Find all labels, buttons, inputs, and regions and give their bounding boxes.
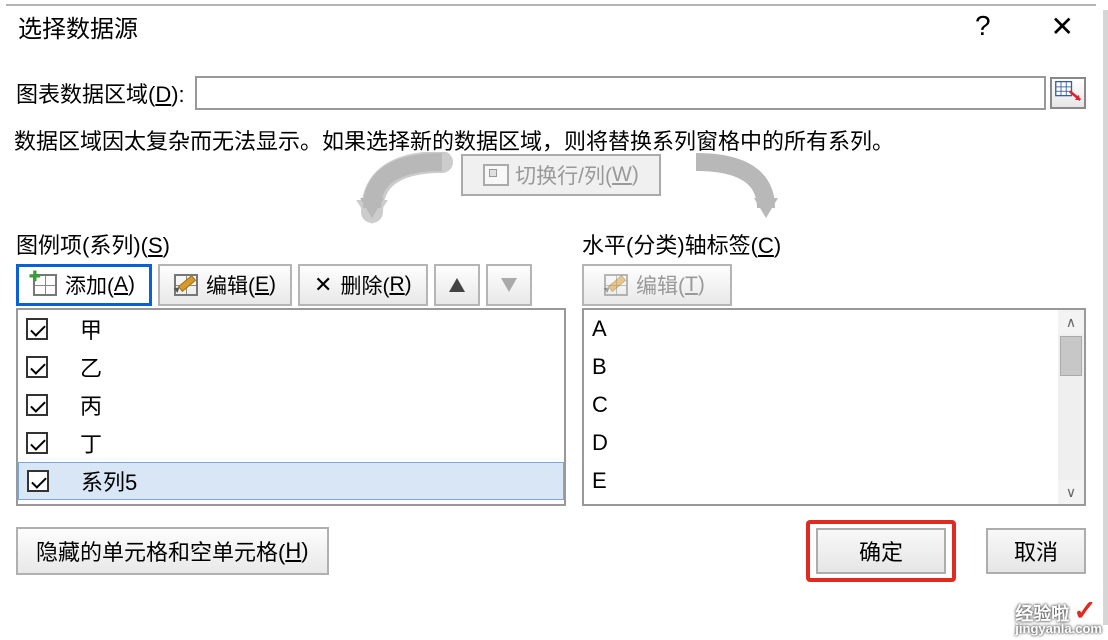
legend-item-selected[interactable]: 系列5 — [18, 462, 564, 500]
scroll-down-icon[interactable]: ∨ — [1058, 480, 1084, 504]
axis-item-label: C — [592, 392, 608, 418]
triangle-up-icon — [449, 278, 465, 292]
hidden-cells-button[interactable]: 隐藏的单元格和空单元格(H) — [16, 527, 329, 575]
swap-row: 切换行/列(W) — [6, 158, 1096, 228]
legend-item[interactable]: 乙 — [18, 348, 564, 386]
axis-item[interactable]: C — [584, 386, 1058, 424]
background-edge — [1103, 10, 1108, 625]
arrow-right-icon — [676, 152, 796, 232]
chart-range-row: 图表数据区域(D): — [6, 46, 1096, 116]
axis-scrollbar[interactable]: ∧ ∨ — [1058, 310, 1084, 504]
legend-item[interactable]: 甲 — [18, 310, 564, 348]
legend-item-label: 甲 — [80, 313, 102, 345]
scroll-up-icon[interactable]: ∧ — [1058, 310, 1084, 334]
axis-item-label: B — [592, 354, 607, 380]
move-up-button[interactable] — [434, 264, 480, 306]
delete-series-button[interactable]: ✕ 删除(R) — [298, 264, 428, 306]
dialog-title: 选择数据源 — [18, 9, 138, 44]
legend-item-label: 乙 — [80, 351, 102, 383]
axis-section-title: 水平(分类)轴标签(C) — [582, 233, 781, 258]
swap-icon — [483, 164, 509, 186]
close-button[interactable]: ✕ — [1041, 10, 1084, 43]
axis-item-label: D — [592, 430, 608, 456]
lists-row: 甲 乙 丙 丁 系列5 — [6, 306, 1096, 506]
move-down-button — [486, 264, 532, 306]
checkbox-icon[interactable] — [27, 470, 49, 492]
range-picker-button[interactable] — [1050, 77, 1086, 109]
axis-item[interactable]: E — [584, 462, 1058, 500]
ok-button[interactable]: 确定 — [816, 528, 946, 574]
scroll-thumb[interactable] — [1060, 336, 1082, 376]
help-button[interactable]: ? — [975, 10, 991, 42]
toolbar-row: ✚ 添加(A) 编辑(E) ✕ 删除(R) 编辑(T) — [6, 260, 1096, 306]
axis-item-label: E — [592, 468, 607, 494]
chart-range-label: 图表数据区域(D): — [16, 77, 185, 109]
grid-add-icon: ✚ — [33, 274, 57, 296]
checkbox-icon[interactable] — [26, 394, 48, 416]
checkbox-icon[interactable] — [26, 432, 48, 454]
titlebar: 选择数据源 ? ✕ — [6, 6, 1096, 46]
checkbox-icon[interactable] — [26, 318, 48, 340]
watermark: 经验啦✓ jingyanla.com — [1015, 594, 1102, 636]
legend-listbox[interactable]: 甲 乙 丙 丁 系列5 — [16, 308, 566, 506]
axis-item[interactable]: D — [584, 424, 1058, 462]
x-icon: ✕ — [314, 272, 332, 298]
edit-axis-button: 编辑(T) — [582, 264, 732, 306]
range-warning-text: 数据区域因太复杂而无法显示。如果选择新的数据区域，则将替换系列窗格中的所有系列。 — [6, 116, 1096, 158]
dialog-footer: 隐藏的单元格和空单元格(H) 确定 取消 — [6, 506, 1096, 582]
triangle-down-icon — [501, 278, 517, 292]
axis-item[interactable]: B — [584, 348, 1058, 386]
section-labels: 图例项(系列)(S) 水平(分类)轴标签(C) — [6, 228, 1096, 260]
cancel-button[interactable]: 取消 — [986, 528, 1086, 574]
pencil-axis-icon — [606, 274, 628, 296]
axis-item[interactable]: A — [584, 310, 1058, 348]
add-series-button[interactable]: ✚ 添加(A) — [16, 264, 152, 306]
legend-item-label: 丁 — [80, 427, 102, 459]
legend-toolbar: ✚ 添加(A) 编辑(E) ✕ 删除(R) — [16, 264, 566, 306]
select-data-source-dialog: 选择数据源 ? ✕ 图表数据区域(D): 数据区域因太复杂而无法显示。如果选择新… — [6, 4, 1096, 628]
axis-item-label: A — [592, 316, 607, 342]
chart-range-input[interactable] — [195, 76, 1046, 110]
checkbox-icon[interactable] — [26, 356, 48, 378]
swap-row-column-button: 切换行/列(W) — [461, 154, 661, 196]
arrow-left-icon — [342, 152, 462, 232]
legend-item-label: 系列5 — [81, 465, 137, 497]
axis-listbox[interactable]: A B C D E ∧ ∨ — [582, 308, 1086, 506]
legend-item-label: 丙 — [80, 389, 102, 421]
edit-series-button[interactable]: 编辑(E) — [158, 264, 292, 306]
axis-toolbar: 编辑(T) — [582, 264, 1086, 306]
legend-item[interactable]: 丙 — [18, 386, 564, 424]
legend-item[interactable]: 丁 — [18, 424, 564, 462]
legend-section-title: 图例项(系列)(S) — [16, 233, 170, 258]
ok-highlight-box: 确定 — [806, 520, 956, 582]
pencil-icon — [176, 274, 198, 296]
